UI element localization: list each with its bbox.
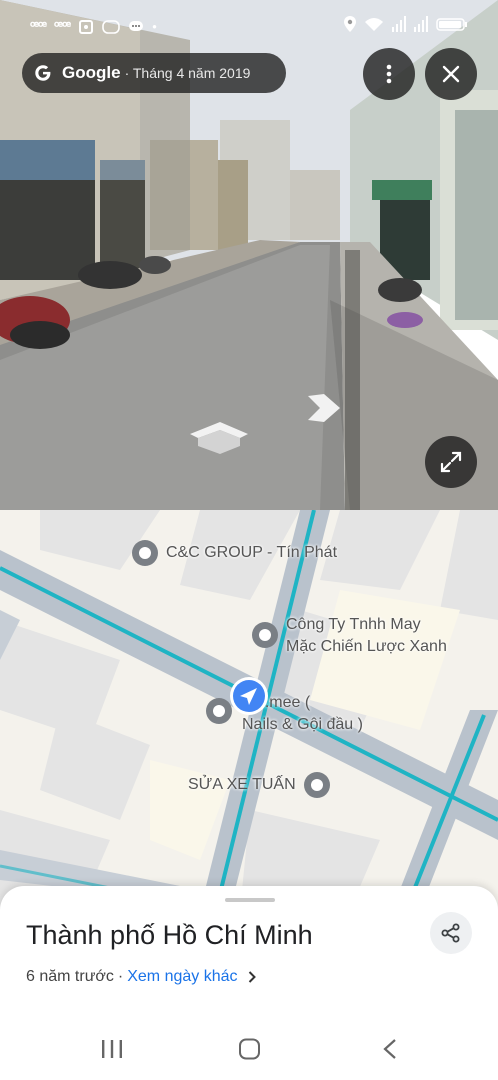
close-button[interactable] bbox=[425, 48, 477, 100]
notification-dot-icon: ● bbox=[152, 22, 157, 31]
current-view-marker-icon bbox=[230, 677, 268, 715]
move-forward-arrow[interactable] bbox=[304, 392, 344, 426]
more-options-button[interactable] bbox=[363, 48, 415, 100]
sheet-drag-handle[interactable] bbox=[225, 898, 275, 902]
move-back-arrow[interactable] bbox=[188, 420, 250, 460]
system-navigation-bar bbox=[0, 1018, 498, 1080]
status-bar: ꟹꟹ ꟹꟹ ● bbox=[0, 0, 498, 52]
see-other-dates-link[interactable]: Xem ngày khác bbox=[127, 968, 237, 986]
poi-pin-icon bbox=[132, 540, 158, 566]
sim-icon: ꟹꟹ bbox=[54, 18, 71, 34]
poi-label: SỬA XE TUẤN bbox=[188, 776, 296, 793]
poi-label: Công Ty Tnhh May Mặc Chiến Lược Xanh bbox=[286, 616, 447, 655]
map-poi[interactable]: Công Ty Tnhh May Mặc Chiến Lược Xanh bbox=[250, 614, 447, 658]
google-logo-icon bbox=[35, 65, 51, 81]
zalo-icon bbox=[102, 19, 120, 34]
poi-label: C&C GROUP - Tín Phát bbox=[166, 544, 338, 561]
battery-icon bbox=[436, 18, 467, 31]
screenshot-icon bbox=[79, 19, 94, 34]
street-view-info-chip[interactable]: Google · Tháng 4 năm 2019 bbox=[22, 53, 286, 93]
capture-date: · Tháng 4 năm 2019 bbox=[124, 65, 251, 81]
share-button[interactable] bbox=[430, 912, 472, 954]
signal-icon bbox=[392, 16, 406, 32]
signal-icon bbox=[414, 16, 428, 32]
place-title: Thành phố Hồ Chí Minh bbox=[26, 920, 313, 950]
map-poi[interactable]: C&C GROUP - Tín Phát bbox=[130, 538, 337, 568]
home-icon[interactable] bbox=[238, 1038, 262, 1060]
share-icon bbox=[441, 923, 460, 943]
google-brand-label: Google bbox=[62, 63, 121, 82]
poi-pin-icon bbox=[252, 622, 278, 648]
back-icon[interactable] bbox=[380, 1038, 400, 1060]
fullscreen-button[interactable] bbox=[425, 436, 477, 488]
capture-info-row: 6 năm trước · Xem ngày khác bbox=[26, 968, 256, 986]
location-icon bbox=[344, 16, 356, 32]
more-vert-icon bbox=[386, 64, 392, 84]
sim-icon: ꟹꟹ bbox=[30, 18, 47, 34]
wifi-icon bbox=[365, 18, 383, 31]
chat-icon bbox=[129, 20, 144, 31]
chevron-right-icon[interactable] bbox=[248, 971, 256, 983]
expand-icon bbox=[440, 451, 462, 473]
street-view-panorama[interactable]: ꟹꟹ ꟹꟹ ● Google · Tháng 4 năm 2019 bbox=[0, 0, 498, 510]
close-icon bbox=[442, 65, 460, 83]
recents-icon[interactable] bbox=[100, 1038, 124, 1060]
separator: · bbox=[117, 968, 124, 985]
map-poi[interactable]: iluv.mee ( Nails & Gội đầu ) bbox=[204, 692, 363, 736]
map-poi[interactable]: SỬA XE TUẤN bbox=[188, 770, 332, 800]
poi-pin-icon bbox=[303, 772, 330, 798]
time-ago-label: 6 năm trước bbox=[26, 968, 114, 985]
